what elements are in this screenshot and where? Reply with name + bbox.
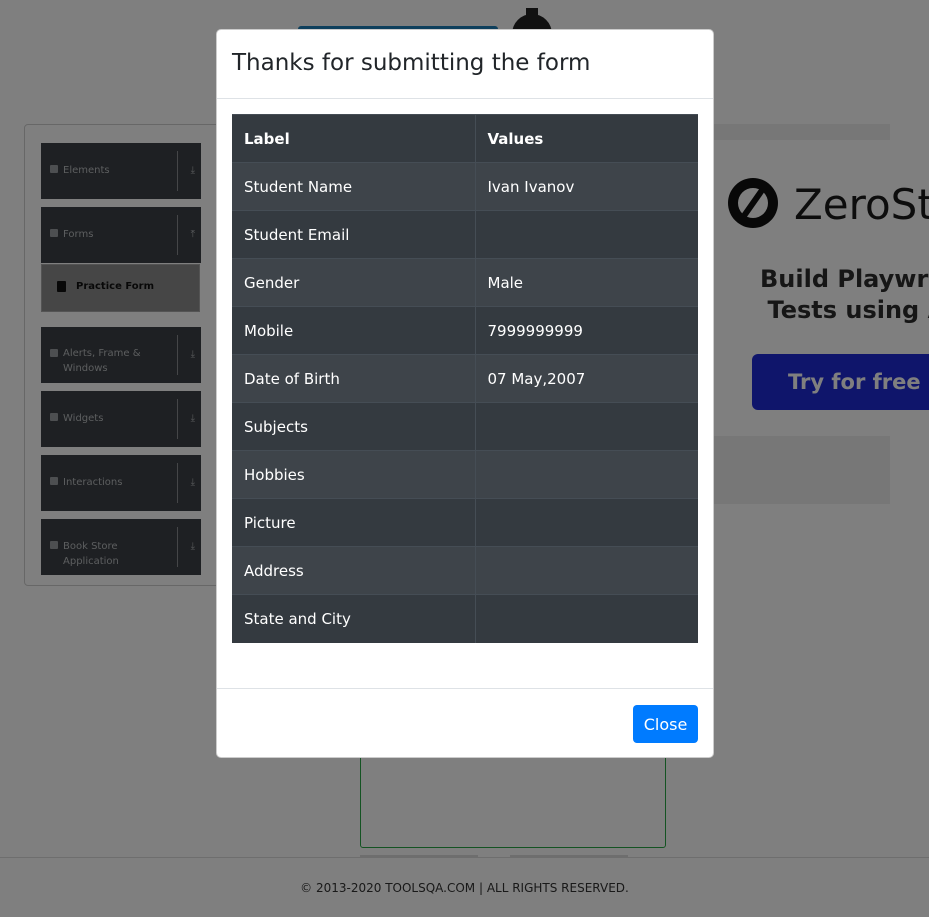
modal-title: Thanks for submitting the form [232,50,591,76]
table-row: Picture [232,498,698,547]
table-header-row: Label Values [232,114,698,163]
table-row: Mobile 7999999999 [232,306,698,355]
table-row: State and City [232,594,698,643]
submission-modal: Thanks for submitting the form Label Val… [216,29,714,758]
row-label: Student Email [232,210,476,259]
row-value [475,546,698,595]
table-row: Gender Male [232,258,698,307]
table-row: Hobbies [232,450,698,499]
table-row: Address [232,546,698,595]
header-values: Values [475,114,698,163]
close-button[interactable]: Close [633,705,698,743]
row-value: Male [475,258,698,307]
row-value [475,402,698,451]
row-label: Student Name [232,162,476,211]
modal-footer: Close [217,688,713,759]
table-row: Date of Birth 07 May,2007 [232,354,698,403]
row-value [475,498,698,547]
row-label: Hobbies [232,450,476,499]
row-value [475,450,698,499]
row-value: 7999999999 [475,306,698,355]
row-value [475,210,698,259]
row-value [475,594,698,643]
row-label: Date of Birth [232,354,476,403]
row-label: Subjects [232,402,476,451]
row-label: Mobile [232,306,476,355]
table-row: Subjects [232,402,698,451]
table-row: Student Email [232,210,698,259]
header-label: Label [232,114,476,163]
row-label: Address [232,546,476,595]
table-row: Student Name Ivan Ivanov [232,162,698,211]
row-label: State and City [232,594,476,643]
row-value: Ivan Ivanov [475,162,698,211]
row-value: 07 May,2007 [475,354,698,403]
submission-table: Label Values Student Name Ivan Ivanov St… [232,114,698,643]
modal-header: Thanks for submitting the form [217,30,713,99]
row-label: Gender [232,258,476,307]
row-label: Picture [232,498,476,547]
